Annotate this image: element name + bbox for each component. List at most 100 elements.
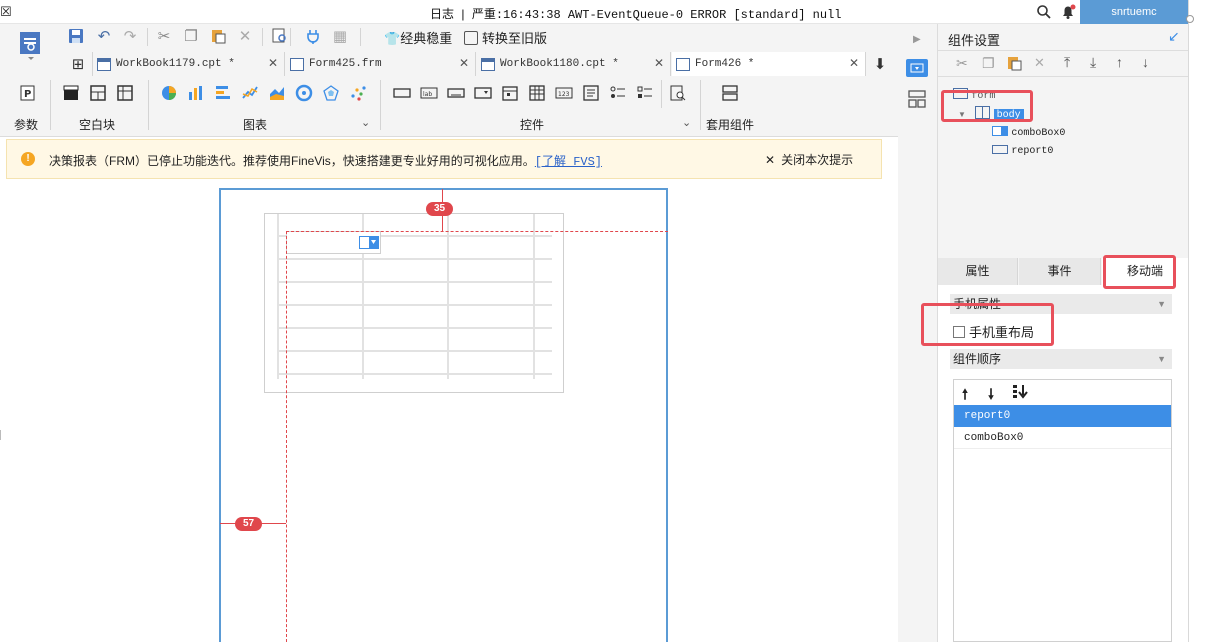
toolbar: ↶ ↷ ✂ ❐ ✕ ▦ 👕经典稳重 转换至旧版 ⊞ WorkBook1179.c… (0, 24, 898, 137)
log-status: 日志 | 严重:16:43:38 AWT-EventQueue-0 ERROR … (430, 7, 842, 22)
component-order-list: 🠕 🠗 report0 comboBox0 (953, 379, 1172, 642)
order-item-combobox0[interactable]: comboBox0 (954, 427, 1171, 449)
component-library-icon[interactable] (908, 90, 926, 108)
collapse-arrow-icon[interactable]: ▶ (913, 34, 921, 45)
paste-icon[interactable] (208, 26, 228, 46)
copy-icon[interactable]: ❐ (982, 55, 995, 72)
area-chart-icon[interactable] (268, 84, 286, 102)
close-tab-icon[interactable]: ✕ (268, 56, 278, 70)
tree-toolbar: ✂ ❐ ✕ ⤒ ⤓ ↑ ↓ (938, 50, 1188, 77)
text-label-widget-icon[interactable]: lab (420, 84, 438, 102)
scroll-handle-icon[interactable] (1186, 15, 1194, 23)
tab-label: WorkBook1179.cpt * (116, 58, 235, 70)
params-group-label: 参数 (14, 118, 39, 132)
widget-group-label: 控件 (520, 118, 545, 132)
tab-workbook1180[interactable]: WorkBook1180.cpt * ✕ (477, 52, 671, 76)
radar-chart-icon[interactable] (322, 84, 340, 102)
close-notice-button[interactable]: ✕ 关闭本次提示 (765, 151, 853, 168)
bell-icon[interactable] (1060, 4, 1076, 20)
chart-expand-chevron-icon[interactable]: ⌄ (361, 116, 370, 129)
collapse-chevron-icon: ▼ (1157, 354, 1166, 364)
form-icon (290, 57, 304, 71)
tree-node-report0[interactable]: report0 (992, 142, 1053, 157)
redo-icon[interactable]: ↷ (120, 26, 140, 46)
query-widget-icon[interactable] (669, 84, 687, 102)
highlight-body-node (941, 90, 1033, 122)
tab-properties[interactable]: 属性 (938, 258, 1018, 285)
combobox-widget-icon[interactable] (474, 84, 492, 102)
combobox0-block[interactable] (286, 231, 381, 254)
close-tab-icon[interactable]: ✕ (849, 56, 859, 70)
param-panel-icon[interactable]: P (19, 84, 37, 102)
table-widget-icon[interactable] (528, 84, 546, 102)
close-icon: ✕ (765, 153, 776, 167)
close-notice-label: 关闭本次提示 (781, 153, 854, 167)
classic-theme-button[interactable]: 👕经典稳重 (384, 28, 452, 47)
sort-order-icon[interactable] (1012, 383, 1030, 401)
learn-fvs-link[interactable]: [了解 FVS] (535, 155, 602, 169)
gauge-chart-icon[interactable] (295, 84, 313, 102)
date-widget-icon[interactable] (501, 84, 519, 102)
user-name[interactable]: snrtuemc (1080, 0, 1188, 24)
left-drag-handle[interactable] (0, 430, 4, 440)
search-icon[interactable] (1036, 4, 1052, 20)
delete-icon[interactable]: ✕ (235, 26, 255, 46)
tab-events[interactable]: 事件 (1019, 258, 1101, 285)
absolute-layout-icon[interactable] (116, 84, 134, 102)
horizontal-bar-chart-icon[interactable] (214, 84, 232, 102)
text-input-widget-icon[interactable] (447, 84, 465, 102)
blank-block-icon[interactable] (62, 84, 80, 102)
scatter-chart-icon[interactable] (349, 84, 367, 102)
tab-form425[interactable]: Form425.frm ✕ (286, 52, 476, 76)
widget-settings-icon[interactable] (906, 59, 928, 77)
tab-label: Form426 * (695, 58, 755, 70)
number-widget-icon[interactable]: 123 (555, 84, 573, 102)
convert-label: 转换至旧版 (482, 31, 548, 46)
tab-list-icon[interactable]: ⬇ (870, 54, 890, 74)
bar-chart-icon[interactable] (187, 84, 205, 102)
new-template-icon[interactable]: ⊞ (68, 54, 88, 74)
order-item-report0[interactable]: report0 (954, 405, 1171, 427)
plugin-icon[interactable] (303, 26, 323, 46)
cut-icon[interactable]: ✂ (956, 55, 968, 72)
textarea-widget-icon[interactable] (582, 84, 600, 102)
move-to-bottom-icon[interactable]: ⤓ (1090, 54, 1096, 71)
pin-arrow-icon[interactable]: ↙ (1168, 28, 1180, 45)
move-up-icon[interactable]: ↑ (1116, 54, 1123, 70)
component-order-section[interactable]: 组件顺序 ▼ (950, 349, 1172, 369)
app-menu-icon[interactable] (18, 30, 44, 60)
cut-icon[interactable]: ✂ (154, 26, 174, 46)
delete-icon[interactable]: ✕ (1034, 55, 1045, 71)
svg-text:P: P (24, 89, 31, 100)
tab-block-icon[interactable] (89, 84, 107, 102)
move-to-top-icon[interactable]: ⤒ (1064, 54, 1070, 71)
template-component-icon[interactable] (721, 84, 739, 102)
combobox-dropdown-icon (359, 236, 379, 249)
close-window-icon[interactable]: ☒ (0, 4, 12, 20)
tab-workbook1179[interactable]: WorkBook1179.cpt * ✕ (93, 52, 285, 76)
title-bar: ☒ 日志 | 严重:16:43:38 AWT-EventQueue-0 ERRO… (0, 0, 1188, 24)
move-down-icon[interactable]: ↓ (1142, 54, 1149, 70)
widget-expand-chevron-icon[interactable]: ⌄ (682, 116, 691, 129)
convert-old-version-button[interactable]: 转换至旧版 (464, 28, 547, 47)
window-edge (1186, 0, 1210, 642)
undo-icon[interactable]: ↶ (94, 26, 114, 46)
collapse-chevron-icon: ▼ (1157, 299, 1166, 309)
convert-icon (464, 31, 478, 45)
log-label[interactable]: 日志 (430, 7, 454, 21)
template-icon[interactable]: ▦ (330, 26, 350, 46)
radio-group-widget-icon[interactable] (609, 84, 627, 102)
pie-chart-icon[interactable] (160, 84, 178, 102)
line-chart-icon[interactable] (241, 84, 259, 102)
tree-node-combobox0[interactable]: comboBox0 (992, 124, 1065, 139)
paste-icon[interactable] (1006, 55, 1022, 71)
tab-form426[interactable]: Form426 * ✕ (672, 52, 866, 76)
save-icon[interactable] (66, 26, 86, 46)
copy-icon[interactable]: ❐ (181, 26, 201, 46)
label-widget-icon[interactable] (393, 84, 411, 102)
close-tab-icon[interactable]: ✕ (654, 56, 664, 70)
preview-icon[interactable] (270, 26, 290, 46)
checkbox-group-widget-icon[interactable] (636, 84, 654, 102)
form-icon (676, 57, 690, 71)
close-tab-icon[interactable]: ✕ (459, 56, 469, 70)
